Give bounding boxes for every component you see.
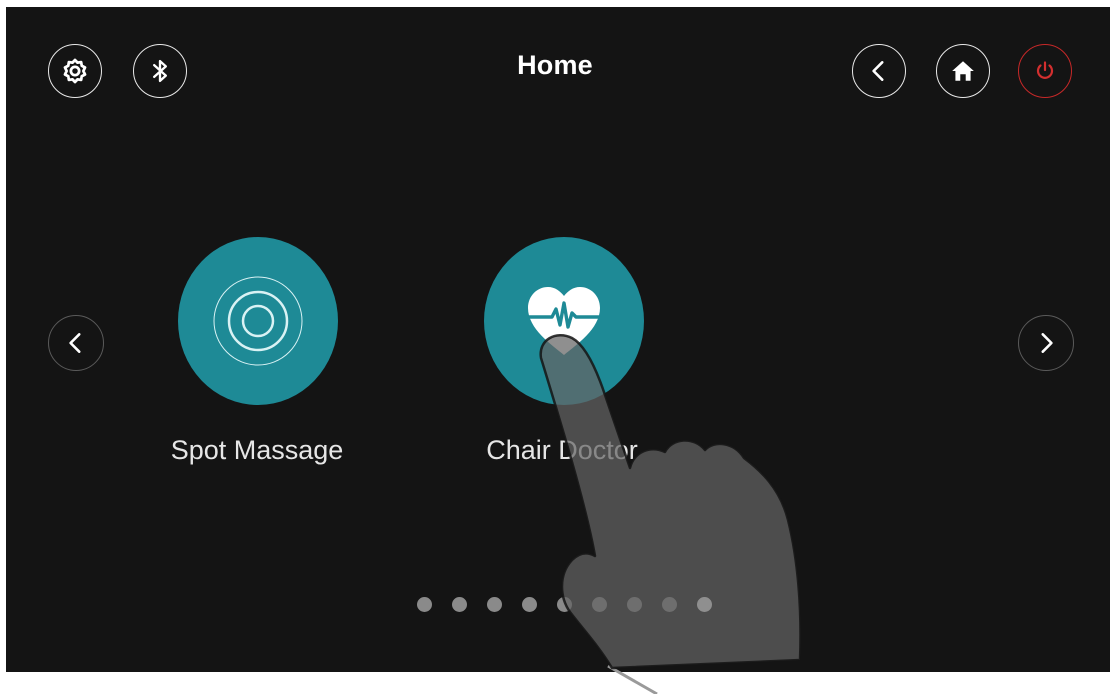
concentric-rings-icon (213, 276, 303, 366)
chevron-left-icon (69, 333, 81, 353)
page-indicator (417, 597, 712, 612)
home-icon (952, 61, 974, 81)
chair-doctor-button[interactable] (484, 237, 644, 405)
chevron-right-icon (1041, 333, 1053, 353)
chevron-left-icon (872, 61, 884, 81)
home-button[interactable] (936, 44, 990, 98)
page-dot[interactable] (627, 597, 642, 612)
power-button[interactable] (1018, 44, 1072, 98)
power-icon (1036, 61, 1054, 79)
previous-page-button[interactable] (48, 315, 104, 371)
page-dot[interactable] (697, 597, 712, 612)
page-dot[interactable] (452, 597, 467, 612)
spot-massage-label: Spot Massage (170, 435, 344, 465)
page-dot[interactable] (557, 597, 572, 612)
back-button[interactable] (852, 44, 906, 98)
page-dot[interactable] (487, 597, 502, 612)
spot-massage-button[interactable] (178, 237, 338, 405)
page-dot[interactable] (592, 597, 607, 612)
heart-pulse-icon (526, 287, 602, 355)
chair-doctor-label: Chair Doctor (486, 435, 638, 465)
page-dot[interactable] (522, 597, 537, 612)
page-dot[interactable] (417, 597, 432, 612)
page-dot[interactable] (662, 597, 677, 612)
next-page-button[interactable] (1018, 315, 1074, 371)
